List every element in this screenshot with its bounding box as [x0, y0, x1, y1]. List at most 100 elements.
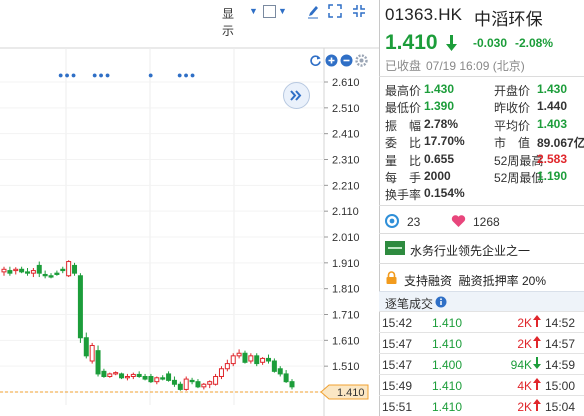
divider [379, 205, 584, 206]
industry-description[interactable]: 水务行业领先企业之一 [410, 242, 530, 259]
trade-time-2: 14:59 [545, 358, 576, 372]
stat-value: 1.430 [537, 82, 568, 96]
pen-draw-icon[interactable] [306, 4, 320, 19]
collapse-icon[interactable] [352, 4, 366, 18]
stat-row: 最高价 1.430 开盘价 1.430 [379, 82, 584, 99]
info-icon[interactable] [435, 296, 447, 308]
stock-symbol: 01363.HK [385, 5, 463, 24]
trade-up-arrow-icon [533, 315, 541, 330]
candle-body [283, 373, 289, 383]
stat-label: 昨收价 [494, 101, 531, 116]
trade-time: 15:47 [382, 337, 413, 351]
candle-body [19, 268, 25, 273]
stat-label: 最低价 [385, 101, 422, 116]
y-tick-label: 2.410 [332, 129, 360, 141]
trade-time: 15:42 [382, 316, 413, 330]
refresh-icon[interactable] [309, 54, 322, 67]
trade-volume: 2K [517, 316, 532, 330]
stat-value: 2.583 [537, 151, 568, 166]
candle-body [171, 379, 177, 385]
stat-value: 1.403 [537, 116, 568, 131]
heart-like-icon[interactable] [451, 214, 466, 228]
event-marker[interactable]: ● [148, 70, 153, 80]
display-dropdown-arrow-icon[interactable]: ▼ [249, 6, 258, 16]
candle-body [201, 383, 207, 388]
candle-body [248, 355, 254, 362]
eye-watch-icon[interactable] [385, 214, 399, 228]
candle-body [189, 379, 195, 383]
candle-body [60, 268, 66, 272]
y-tick-label: 2.510 [332, 103, 360, 115]
stock-name: 中滔环保 [474, 10, 543, 29]
trade-time: 15:51 [382, 400, 413, 414]
stat-row: 最低价 1.390 昨收价 1.440 [379, 99, 584, 116]
display-menu-label[interactable]: 显示 [222, 5, 234, 39]
candle-body [160, 377, 166, 380]
candle-body [242, 352, 248, 363]
y-tick-label: 1.810 [332, 284, 360, 296]
expand-icon[interactable] [328, 4, 342, 18]
price-change: -0.030 [473, 36, 508, 50]
stat-label: 换手率 [385, 188, 422, 203]
stat-value: 0.655 [424, 151, 455, 166]
trade-time-2: 15:00 [545, 379, 576, 393]
zoom-in-icon[interactable] [325, 54, 338, 67]
expand-panel-button[interactable] [283, 82, 310, 109]
y-tick-label: 2.310 [332, 155, 360, 167]
stat-row: 换手率 0.154% [379, 186, 584, 203]
candle-body [236, 352, 242, 357]
quote-timestamp: 07/19 16:09 (北京) [426, 59, 525, 73]
divider [379, 263, 584, 264]
candle-body [42, 273, 48, 277]
stat-label: 每 手 [385, 171, 422, 185]
event-marker[interactable]: ●●● [92, 70, 111, 80]
trade-price: 1.410 [432, 316, 463, 330]
checkbox-dropdown-arrow-icon[interactable]: ▼ [278, 6, 287, 16]
stat-label: 平均价 [494, 118, 531, 133]
candle-body [77, 275, 83, 339]
current-price: 1.410 [385, 31, 438, 54]
trade-time: 15:47 [382, 358, 413, 372]
stat-row: 每 手 2000 52周最低 1.190 [379, 169, 584, 186]
candle-body [54, 272, 60, 275]
zoom-out-icon[interactable] [340, 54, 353, 67]
candle-body [13, 268, 19, 272]
settings-gear-icon[interactable] [355, 54, 368, 67]
stat-label: 最高价 [385, 84, 422, 98]
candle-body [30, 270, 36, 274]
trade-time: 15:49 [382, 379, 413, 393]
watchers-count: 23 [407, 215, 421, 229]
y-tick-label: 1.510 [332, 361, 360, 373]
likes-count: 1268 [473, 215, 500, 229]
event-marker[interactable]: ●●● [177, 70, 196, 80]
kline-chart[interactable]: 2.610 2.510 2.410 2.310 2.210 2.110 2.010 1.910… [0, 0, 379, 416]
trade-row: 15:42 1.410 2K 14:52 [379, 311, 584, 332]
trades-header: 逐笔成交 [385, 297, 434, 311]
divider [379, 233, 584, 234]
candle-body [230, 355, 236, 365]
y-tick-label: 2.010 [332, 232, 360, 244]
option-checkbox[interactable] [263, 5, 276, 18]
candle-body [36, 264, 42, 274]
trade-up-arrow-icon [533, 336, 541, 351]
trade-volume: 4K [517, 379, 532, 393]
stat-label: 开盘价 [494, 84, 531, 98]
event-marker[interactable]: ●●● [58, 70, 77, 80]
candle-body [289, 381, 295, 388]
stat-row: 量 比 0.655 52周最高 2.583 [379, 152, 584, 169]
candle-body [207, 381, 213, 385]
trade-time-2: 14:52 [545, 316, 576, 330]
stat-label: 52周最高 [494, 153, 544, 168]
candle-body [254, 355, 260, 365]
candle-body [154, 377, 160, 383]
trade-row: 15:47 1.400 94K 14:59 [379, 353, 584, 374]
candle-body [1, 268, 7, 273]
candle-body [124, 376, 130, 379]
candle-body [195, 381, 201, 388]
trade-down-arrow-icon [533, 357, 541, 372]
candle-body [48, 275, 54, 278]
margin-financing-info: 支持融资 融资抵押率 20% [404, 274, 547, 288]
candle-body [224, 363, 230, 370]
candle-body [107, 373, 113, 377]
trade-price: 1.410 [432, 400, 463, 414]
